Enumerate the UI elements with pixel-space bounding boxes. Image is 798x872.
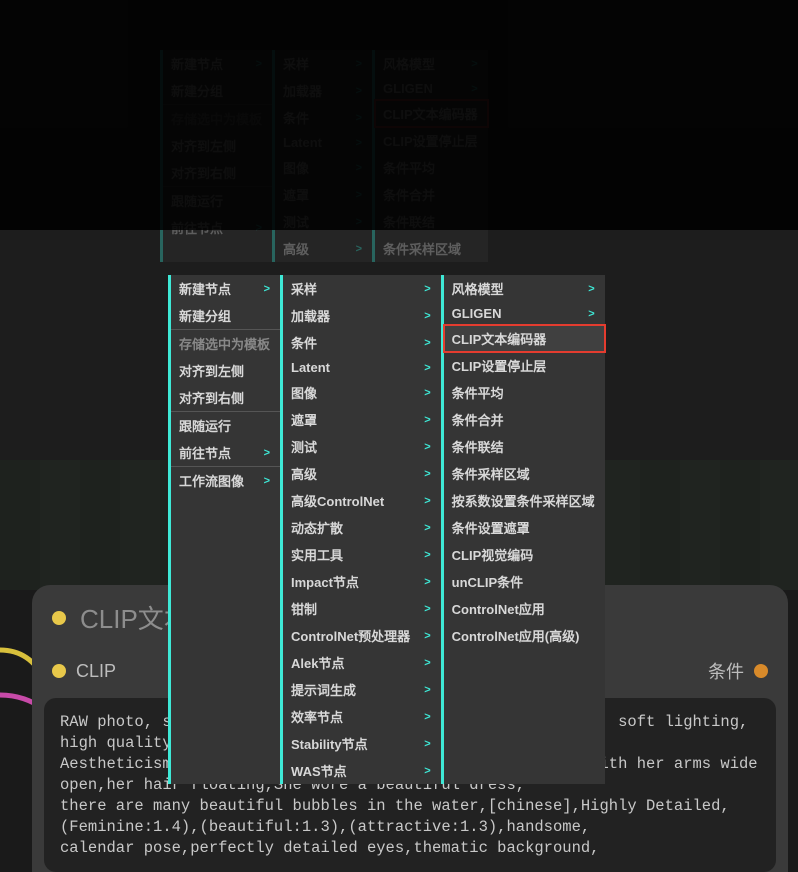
menu-col-conditioning: 风格模型>GLIGEN>CLIP文本编码器CLIP设置停止层条件平均条件合并条件… <box>441 275 605 784</box>
menu-item[interactable]: 高级> <box>275 235 372 262</box>
input-port-clip[interactable]: CLIP <box>52 661 116 682</box>
context-menu: 新建节点>新建分组存储选中为模板对齐到左侧对齐到右侧跟随运行前往节点>工作流图像… <box>168 275 605 784</box>
menu-item[interactable]: 新建分组 <box>171 302 280 329</box>
chevron-right-icon: > <box>424 495 430 507</box>
menu-item[interactable]: Impact节点> <box>283 568 441 595</box>
menu-item[interactable]: Stability节点> <box>283 730 441 757</box>
chevron-right-icon: > <box>264 447 270 459</box>
chevron-right-icon: > <box>424 576 430 588</box>
menu-item[interactable]: 实用工具> <box>283 541 441 568</box>
menu-item[interactable]: 钳制> <box>283 595 441 622</box>
menu-item[interactable]: 遮罩> <box>283 406 441 433</box>
chevron-right-icon: > <box>424 549 430 561</box>
menu-item[interactable]: 图像> <box>283 379 441 406</box>
menu-item[interactable]: unCLIP条件 <box>444 568 605 595</box>
chevron-right-icon: > <box>424 310 430 322</box>
menu-item[interactable]: CLIP视觉编码 <box>444 541 605 568</box>
port-dot-icon <box>52 664 66 678</box>
chevron-right-icon: > <box>424 522 430 534</box>
chevron-right-icon: > <box>424 337 430 349</box>
menu-item[interactable]: 动态扩散> <box>283 514 441 541</box>
menu-item[interactable]: ControlNet应用(高级) <box>444 622 605 649</box>
menu-item[interactable]: 测试> <box>283 433 441 460</box>
menu-item[interactable]: 跟随运行 <box>171 411 280 439</box>
menu-item[interactable]: 条件设置遮罩 <box>444 514 605 541</box>
menu-item[interactable]: 对齐到右侧 <box>171 384 280 411</box>
chevron-right-icon: > <box>424 441 430 453</box>
chevron-right-icon: > <box>424 387 430 399</box>
menu-item[interactable]: 条件平均 <box>444 379 605 406</box>
menu-item[interactable]: CLIP文本编码器 <box>444 325 605 352</box>
menu-col-category: 采样>加载器>条件>Latent>图像>遮罩>测试>高级>高级ControlNe… <box>280 275 441 784</box>
menu-item[interactable]: 条件采样区域 <box>444 460 605 487</box>
menu-item[interactable]: Latent> <box>283 356 441 379</box>
menu-item[interactable]: 高级> <box>283 460 441 487</box>
menu-item[interactable]: 加载器> <box>283 302 441 329</box>
menu-item[interactable]: 效率节点> <box>283 703 441 730</box>
chevron-right-icon: > <box>424 630 430 642</box>
chevron-right-icon: > <box>264 475 270 487</box>
menu-item[interactable]: WAS节点> <box>283 757 441 784</box>
menu-item[interactable]: 条件合并 <box>444 406 605 433</box>
menu-item[interactable]: CLIP设置停止层 <box>444 352 605 379</box>
menu-item[interactable]: 前往节点> <box>171 439 280 466</box>
menu-item[interactable]: 采样> <box>283 275 441 302</box>
chevron-right-icon: > <box>424 362 430 374</box>
chevron-right-icon: > <box>356 243 362 255</box>
menu-item[interactable]: 对齐到左侧 <box>171 357 280 384</box>
chevron-right-icon: > <box>424 468 430 480</box>
output-port-conditioning[interactable]: 条件 <box>708 658 768 684</box>
node-status-dot <box>52 611 66 625</box>
menu-item[interactable]: 条件联结 <box>444 433 605 460</box>
menu-item[interactable]: 条件采样区域 <box>375 235 488 262</box>
menu-item[interactable]: 提示词生成> <box>283 676 441 703</box>
menu-item[interactable]: GLIGEN> <box>444 302 605 325</box>
menu-item[interactable]: 工作流图像> <box>171 466 280 494</box>
chevron-right-icon: > <box>424 711 430 723</box>
menu-item[interactable]: ControlNet预处理器> <box>283 622 441 649</box>
menu-col-main: 新建节点>新建分组存储选中为模板对齐到左侧对齐到右侧跟随运行前往节点>工作流图像… <box>168 275 280 784</box>
menu-item[interactable]: 高级ControlNet> <box>283 487 441 514</box>
chevron-right-icon: > <box>424 657 430 669</box>
menu-item[interactable]: 存储选中为模板 <box>171 329 280 357</box>
chevron-right-icon: > <box>424 603 430 615</box>
menu-item[interactable]: 按系数设置条件采样区域 <box>444 487 605 514</box>
menu-item[interactable]: 新建节点> <box>171 275 280 302</box>
chevron-right-icon: > <box>264 283 270 295</box>
chevron-right-icon: > <box>588 308 594 320</box>
menu-item[interactable]: 风格模型> <box>444 275 605 302</box>
menu-item[interactable]: ControlNet应用 <box>444 595 605 622</box>
chevron-right-icon: > <box>424 414 430 426</box>
chevron-right-icon: > <box>424 765 430 777</box>
chevron-right-icon: > <box>424 684 430 696</box>
port-dot-icon <box>754 664 768 678</box>
chevron-right-icon: > <box>588 283 594 295</box>
chevron-right-icon: > <box>424 283 430 295</box>
menu-item[interactable]: 条件> <box>283 329 441 356</box>
menu-item[interactable]: Alek节点> <box>283 649 441 676</box>
chevron-right-icon: > <box>424 738 430 750</box>
